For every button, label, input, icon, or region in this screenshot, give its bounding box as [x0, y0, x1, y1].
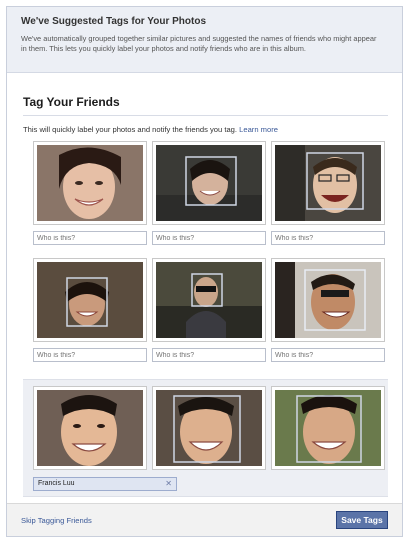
photo-row-1: [23, 141, 388, 253]
face-photo[interactable]: [271, 258, 385, 342]
close-icon[interactable]: ✕: [165, 479, 172, 488]
notice-body: We've automatically grouped together sim…: [21, 34, 377, 53]
suggestion-notice: We've Suggested Tags for Your Photos We'…: [7, 7, 402, 73]
face-photo[interactable]: [152, 386, 266, 470]
face-photo[interactable]: [33, 141, 147, 225]
suggested-group: Francis Luu ✕: [23, 379, 388, 497]
photo-row-2: [23, 258, 388, 370]
photo-cell: [152, 258, 266, 362]
tag-name: Francis Luu: [38, 480, 75, 487]
who-is-this-input[interactable]: [152, 231, 266, 245]
photo-cell: [271, 386, 385, 470]
face-photo[interactable]: [271, 141, 385, 225]
skip-tagging-link[interactable]: Skip Tagging Friends: [21, 516, 92, 525]
divider: [23, 115, 388, 116]
photo-cell: [33, 386, 147, 470]
who-is-this-input[interactable]: [152, 348, 266, 362]
save-tags-button[interactable]: Save Tags: [336, 511, 388, 529]
learn-more-link[interactable]: Learn more: [239, 125, 278, 134]
who-is-this-input[interactable]: [271, 231, 385, 245]
face-photo[interactable]: [33, 386, 147, 470]
friend-tag-chip[interactable]: Francis Luu ✕: [33, 477, 177, 491]
photo-cell: [152, 141, 266, 245]
section-description: This will quickly label your photos and …: [23, 125, 278, 134]
section-title: Tag Your Friends: [23, 95, 120, 109]
face-photo[interactable]: [271, 386, 385, 470]
photo-cell: [33, 258, 147, 362]
description-text: This will quickly label your photos and …: [23, 125, 238, 134]
who-is-this-input[interactable]: [33, 231, 147, 245]
who-is-this-input[interactable]: [271, 348, 385, 362]
face-photo[interactable]: [33, 258, 147, 342]
photo-cell: [271, 141, 385, 245]
face-photo[interactable]: [152, 258, 266, 342]
who-is-this-input[interactable]: [33, 348, 147, 362]
photo-cell: [33, 141, 147, 245]
photo-cell: [152, 386, 266, 470]
tag-suggestions-dialog: We've Suggested Tags for Your Photos We'…: [6, 6, 403, 537]
dialog-footer: Skip Tagging Friends Save Tags: [7, 503, 402, 536]
notice-title: We've Suggested Tags for Your Photos: [21, 16, 206, 27]
face-photo[interactable]: [152, 141, 266, 225]
photo-cell: [271, 258, 385, 362]
